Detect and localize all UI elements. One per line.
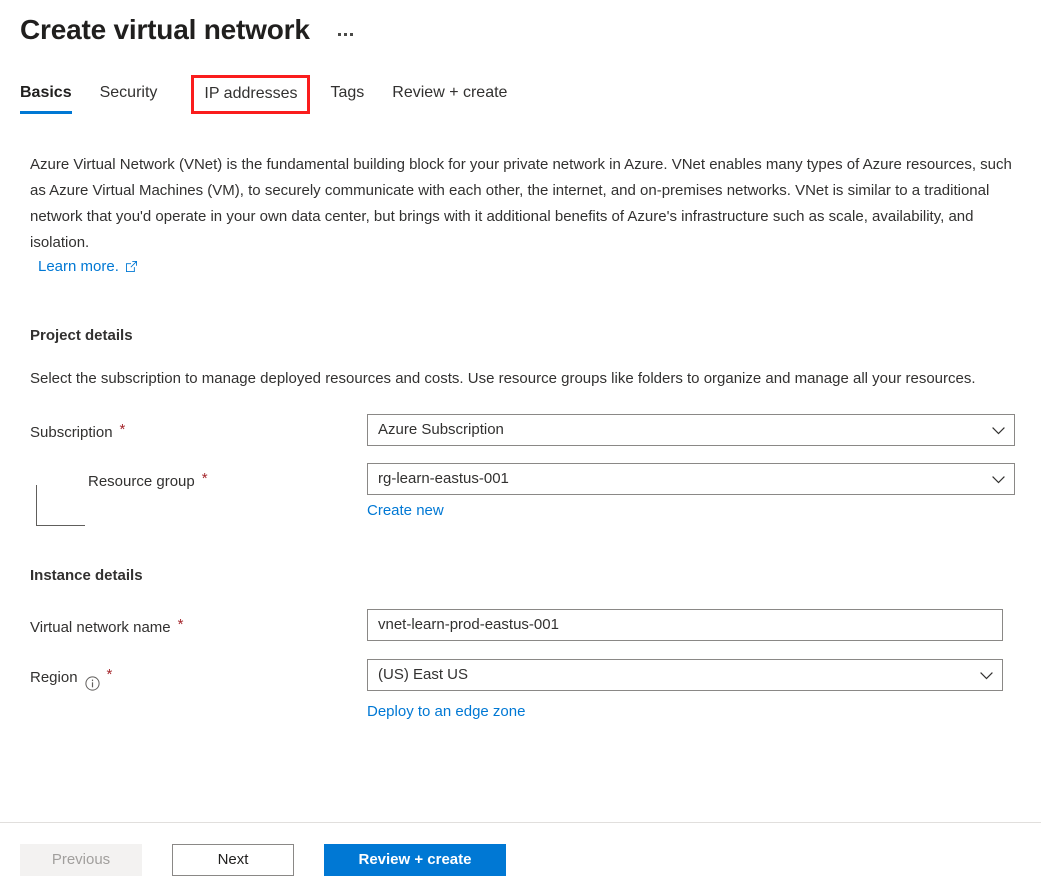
tab-bar: Basics Security IP addresses Tags Review… — [0, 75, 1041, 122]
project-details-form: Subscription * Azure Subscription Resour… — [30, 414, 1021, 526]
chevron-down-icon — [980, 660, 993, 690]
project-details-heading: Project details — [30, 327, 133, 344]
page-title: Create virtual network — [20, 14, 310, 45]
subscription-label: Subscription — [30, 424, 113, 441]
subscription-value: Azure Subscription — [378, 421, 504, 438]
resource-group-select[interactable]: rg-learn-eastus-001 — [367, 463, 1015, 495]
vnet-name-label: Virtual network name — [30, 619, 171, 636]
resource-group-row: Resource group * rg-learn-eastus-001 Cre… — [30, 463, 1021, 526]
vnet-name-control: vnet-learn-prod-eastus-001 — [367, 609, 1003, 641]
deploy-edge-zone-link[interactable]: Deploy to an edge zone — [367, 703, 1003, 720]
region-value: (US) East US — [378, 666, 469, 683]
chevron-down-icon — [992, 464, 1005, 494]
more-actions-icon[interactable] — [332, 29, 359, 40]
vnet-name-required-asterisk: * — [177, 616, 184, 633]
tab-tags[interactable]: Tags — [330, 82, 364, 114]
region-label: Region — [30, 669, 78, 686]
vnet-name-label-group: Virtual network name * — [30, 609, 367, 644]
intro-paragraph: Azure Virtual Network (VNet) is the fund… — [30, 156, 1012, 251]
create-new-resource-group-link[interactable]: Create new — [367, 502, 1015, 519]
learn-more-link[interactable]: Learn more. — [38, 258, 119, 275]
subscription-control: Azure Subscription — [367, 414, 1015, 446]
ellipsis-dot — [337, 32, 341, 36]
subscription-select[interactable]: Azure Subscription — [367, 414, 1015, 446]
review-create-button[interactable]: Review + create — [324, 843, 506, 876]
instance-details-form: Virtual network name * vnet-learn-prod-e… — [30, 609, 1021, 720]
learn-more-row: Learn more. — [30, 258, 1021, 275]
tab-security[interactable]: Security — [100, 82, 158, 114]
resource-group-control: rg-learn-eastus-001 Create new — [367, 463, 1015, 519]
vnet-name-input[interactable]: vnet-learn-prod-eastus-001 — [367, 609, 1003, 641]
ellipsis-dot — [343, 32, 347, 36]
tab-ip-addresses[interactable]: IP addresses — [191, 75, 311, 114]
region-select[interactable]: (US) East US — [367, 659, 1003, 691]
ellipsis-dot — [349, 32, 353, 36]
subscription-required-asterisk: * — [119, 421, 126, 438]
chevron-down-icon — [992, 415, 1005, 445]
info-icon[interactable] — [84, 671, 100, 691]
region-row: Region * (US) East US Deploy to an edge … — [30, 659, 1021, 720]
resource-group-label-group: Resource group * — [30, 463, 367, 498]
page-header: Create virtual network — [0, 0, 1041, 50]
instance-details-heading: Instance details — [30, 567, 143, 584]
region-required-asterisk: * — [106, 666, 113, 683]
subscription-row: Subscription * Azure Subscription — [30, 414, 1021, 449]
project-details-description: Select the subscription to manage deploy… — [30, 370, 976, 387]
vnet-name-row: Virtual network name * vnet-learn-prod-e… — [30, 609, 1021, 644]
resource-group-required-asterisk: * — [201, 470, 208, 487]
external-link-icon — [125, 260, 138, 273]
tab-review-create[interactable]: Review + create — [392, 82, 507, 114]
subscription-label-group: Subscription * — [30, 414, 367, 449]
region-label-group: Region * — [30, 659, 367, 694]
next-button[interactable]: Next — [172, 843, 294, 876]
wizard-footer: Previous Next Review + create — [0, 822, 1041, 896]
region-control: (US) East US Deploy to an edge zone — [367, 659, 1003, 720]
vnet-name-value: vnet-learn-prod-eastus-001 — [378, 616, 559, 633]
resource-group-value: rg-learn-eastus-001 — [378, 470, 509, 487]
resource-group-label: Resource group — [88, 473, 195, 490]
main-content: Azure Virtual Network (VNet) is the fund… — [0, 152, 1041, 720]
previous-button[interactable]: Previous — [20, 843, 142, 876]
tab-basics[interactable]: Basics — [20, 82, 72, 114]
